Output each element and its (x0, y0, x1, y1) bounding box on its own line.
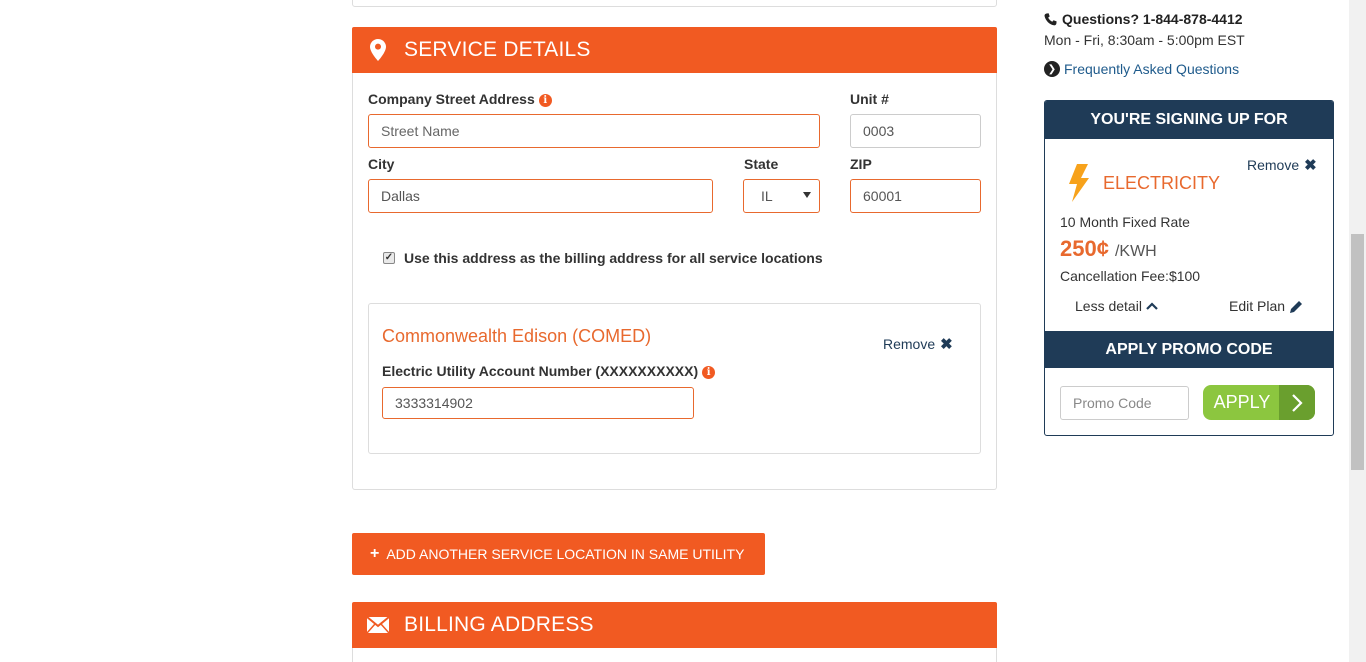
billing-address-checkbox-label: Use this address as the billing address … (404, 250, 823, 266)
plus-icon: + (370, 545, 380, 562)
billing-address-body (352, 648, 997, 662)
pencil-icon (1290, 300, 1303, 313)
chevron-circle-right-icon: ❯ (1044, 61, 1060, 77)
billing-address-title: BILLING ADDRESS (404, 613, 594, 636)
info-icon[interactable]: i (538, 94, 552, 107)
service-details-title: SERVICE DETAILS (404, 38, 591, 61)
utility-name: Commonwealth Edison (COMED) (382, 326, 652, 346)
unit-label: Unit # (850, 91, 889, 107)
cancellation-fee: Cancellation Fee:$100 (1060, 268, 1201, 284)
envelope-icon (352, 617, 404, 633)
close-icon: ✖ (940, 336, 953, 353)
signup-summary-title: YOU'RE SIGNING UP FOR (1045, 101, 1333, 139)
faq-link[interactable]: ❯ Frequently Asked Questions (1044, 61, 1239, 77)
promo-code-title: APPLY PROMO CODE (1045, 331, 1333, 368)
state-select[interactable]: IL (743, 179, 820, 213)
zip-input[interactable]: 60001 (850, 179, 981, 213)
billing-address-checkbox-row[interactable]: ✓ Use this address as the billing addres… (383, 250, 823, 266)
remove-plan-link[interactable]: Remove ✖ (1247, 156, 1317, 174)
map-marker-icon (352, 39, 404, 61)
state-label: State (744, 156, 779, 172)
signup-page: SERVICE DETAILS Company Street Address i … (0, 0, 1366, 662)
account-number-label: Electric Utility Account Number (XXXXXXX… (382, 363, 716, 379)
remove-utility-link[interactable]: Remove ✖ (883, 335, 953, 353)
less-detail-link[interactable]: Less detail (1075, 298, 1158, 314)
street-address-input[interactable]: Street Name (368, 114, 820, 148)
previous-section-card (352, 0, 997, 7)
city-input[interactable]: Dallas (368, 179, 713, 213)
chevron-up-icon (1146, 302, 1158, 310)
plan-name: ELECTRICITY (1103, 173, 1221, 193)
support-hours: Mon - Fri, 8:30am - 5:00pm EST (1044, 32, 1245, 48)
phone-icon (1044, 12, 1057, 26)
edit-plan-link[interactable]: Edit Plan (1229, 298, 1303, 314)
close-icon: ✖ (1304, 157, 1317, 174)
apply-promo-button[interactable]: APPLY (1203, 385, 1315, 420)
street-address-label: Company Street Address i (368, 91, 552, 107)
signup-summary-card: YOU'RE SIGNING UP FOR Remove ✖ ELECTRICIT… (1044, 100, 1334, 436)
dropdown-arrow-icon (803, 192, 811, 198)
unit-input[interactable]: 0003 (850, 114, 981, 148)
chevron-right-icon (1279, 385, 1315, 420)
promo-code-input[interactable]: Promo Code (1060, 386, 1189, 420)
plan-price: 250¢/KWH (1060, 236, 1157, 261)
zip-label: ZIP (850, 156, 872, 172)
billing-address-checkbox[interactable]: ✓ (383, 252, 395, 264)
support-phone[interactable]: 1-844-878-4412 (1143, 11, 1243, 27)
billing-address-header: BILLING ADDRESS (352, 602, 997, 648)
lightning-bolt-icon (1068, 164, 1090, 207)
plan-rate-type: 10 Month Fixed Rate (1060, 214, 1190, 230)
account-number-input[interactable]: 3333314902 (382, 387, 694, 419)
add-service-location-button[interactable]: + ADD ANOTHER SERVICE LOCATION IN SAME U… (352, 533, 765, 575)
page-scrollbar-thumb[interactable] (1351, 234, 1364, 470)
service-details-header: SERVICE DETAILS (352, 27, 997, 73)
info-icon[interactable]: i (702, 366, 716, 379)
support-phone-line: Questions? 1-844-878-4412 (1044, 11, 1243, 27)
city-label: City (368, 156, 395, 172)
